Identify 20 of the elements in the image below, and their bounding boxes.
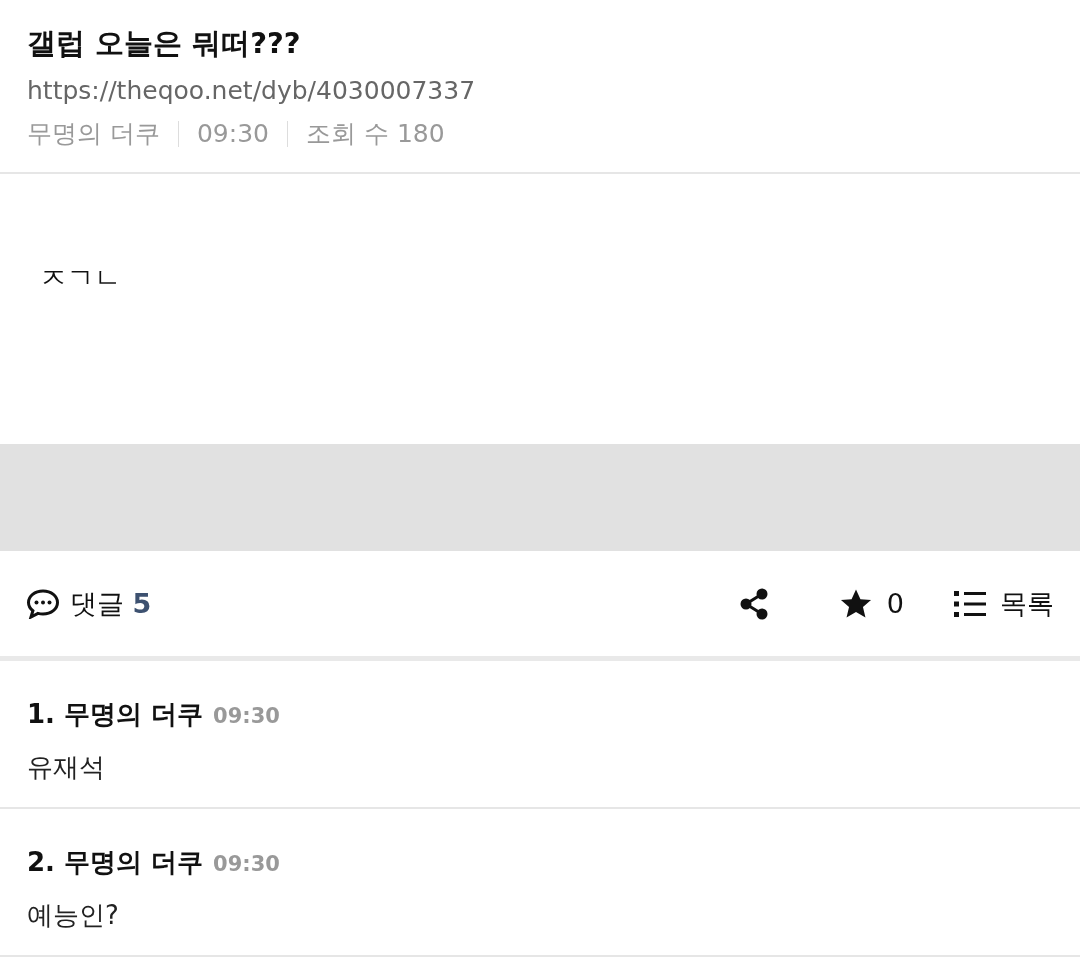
post-title: 갤럽 오늘은 뭐떠??? xyxy=(27,25,302,62)
post-url: https://theqoo.net/dyb/4030007337 xyxy=(27,76,477,105)
share-icon xyxy=(738,587,769,620)
list-button[interactable]: 목록 xyxy=(954,585,1054,622)
view-count: 조회 수 180 xyxy=(306,118,445,150)
list-icon xyxy=(954,590,986,617)
comment-author: 1. 무명의 더쿠 xyxy=(27,698,204,731)
star-icon xyxy=(838,587,873,620)
comment-time: 09:30 xyxy=(213,704,280,728)
comment-text: 예능인? xyxy=(27,899,120,932)
speech-bubble-icon xyxy=(26,588,60,619)
comment-author: 2. 무명의 더쿠 xyxy=(27,846,204,879)
comment-text: 유재석 xyxy=(27,751,106,784)
comment-time: 09:30 xyxy=(213,852,280,876)
comments-label: 댓글 5 xyxy=(70,586,152,621)
post-time: 09:30 xyxy=(196,119,269,148)
post-body: ㅈㄱㄴ xyxy=(40,262,121,293)
author-name: 무명의 더쿠 xyxy=(27,118,160,150)
share-button[interactable] xyxy=(738,587,769,620)
star-button[interactable]: 0 xyxy=(838,587,904,620)
